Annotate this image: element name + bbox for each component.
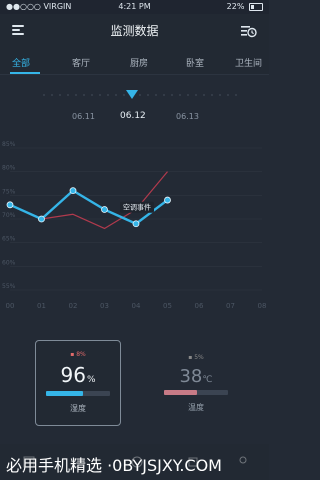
history-icon[interactable]: [241, 23, 257, 38]
x-tick-label: 03: [100, 302, 109, 310]
humidity-data-point[interactable]: [132, 220, 140, 228]
status-bar: ●●○○○ VIRGIN 4:21 PM 22%: [0, 0, 269, 14]
timeline-pointer-icon: [126, 90, 138, 99]
watermark-text: 必用手机精选 ·0BYJSJXY.COM: [6, 456, 222, 475]
humidity-card[interactable]: ▪ 8% 96% 湿度: [35, 340, 121, 426]
y-tick-label: 60%: [2, 259, 16, 266]
tab-bathroom[interactable]: 卫生间: [235, 56, 262, 69]
y-tick-label: 75%: [2, 188, 16, 195]
date-timeline[interactable]: 06.11 06.12 06.13: [0, 74, 269, 134]
temperature-bar-fill: [164, 390, 198, 395]
humidity-bar: [46, 391, 110, 396]
profile-icon[interactable]: [236, 454, 250, 468]
tab-bedroom[interactable]: 卧室: [186, 56, 204, 69]
x-tick-label: 04: [132, 302, 141, 310]
y-tick-label: 80%: [2, 165, 16, 172]
y-tick-label: 65%: [2, 236, 16, 243]
temperature-label: 温度: [188, 403, 204, 412]
temperature-value: 38℃: [179, 366, 213, 387]
humidity-data-point[interactable]: [101, 206, 108, 213]
x-tick-label: 02: [69, 302, 78, 310]
navbar: 监测数据: [0, 14, 269, 46]
temperature-change: ▪ 5%: [188, 354, 204, 361]
x-tick-label: 00: [6, 302, 15, 310]
y-tick-label: 70%: [2, 212, 16, 219]
room-tabs: 全部 客厅 厨房 卧室 卫生间: [0, 46, 269, 75]
x-tick-label: 08: [258, 302, 267, 310]
y-tick-label: 85%: [2, 141, 16, 148]
humidity-data-point[interactable]: [6, 201, 14, 209]
y-tick-label: 55%: [2, 283, 16, 290]
x-tick-label: 05: [163, 302, 172, 310]
battery-icon: [249, 2, 263, 11]
x-tick-label: 06: [195, 302, 204, 310]
x-tick-label: 01: [37, 302, 46, 310]
page-title: 监测数据: [110, 24, 159, 38]
tab-kitchen[interactable]: 厨房: [130, 56, 148, 69]
date-next[interactable]: 06.13: [176, 112, 199, 121]
humidity-value: 96%: [60, 363, 96, 387]
humidity-change: ▪ 8%: [70, 351, 86, 358]
humidity-data-point[interactable]: [164, 196, 171, 204]
battery-status: 22%: [227, 2, 263, 11]
tab-all[interactable]: 全部: [12, 56, 30, 69]
date-prev[interactable]: 06.11: [72, 112, 95, 121]
humidity-chart: 85% 80% 75% 70% 65% 60% 55% 00 01 02 03 04 05 06 07 08 空…: [2, 141, 267, 310]
x-tick-label: 07: [226, 302, 235, 310]
chart-annotation: 空调事件: [123, 203, 151, 212]
date-selected[interactable]: 06.12: [120, 111, 146, 121]
humidity-data-point[interactable]: [38, 215, 45, 223]
temperature-bar: [164, 390, 228, 395]
temperature-card[interactable]: ▪ 5% 38℃ 温度: [154, 340, 238, 424]
humidity-bar-fill: [46, 391, 84, 396]
timeline-track: [40, 94, 240, 96]
humidity-label: 湿度: [70, 404, 86, 413]
tab-living-room[interactable]: 客厅: [72, 56, 90, 69]
battery-percent: 22%: [226, 2, 245, 11]
humidity-data-point[interactable]: [69, 187, 77, 194]
